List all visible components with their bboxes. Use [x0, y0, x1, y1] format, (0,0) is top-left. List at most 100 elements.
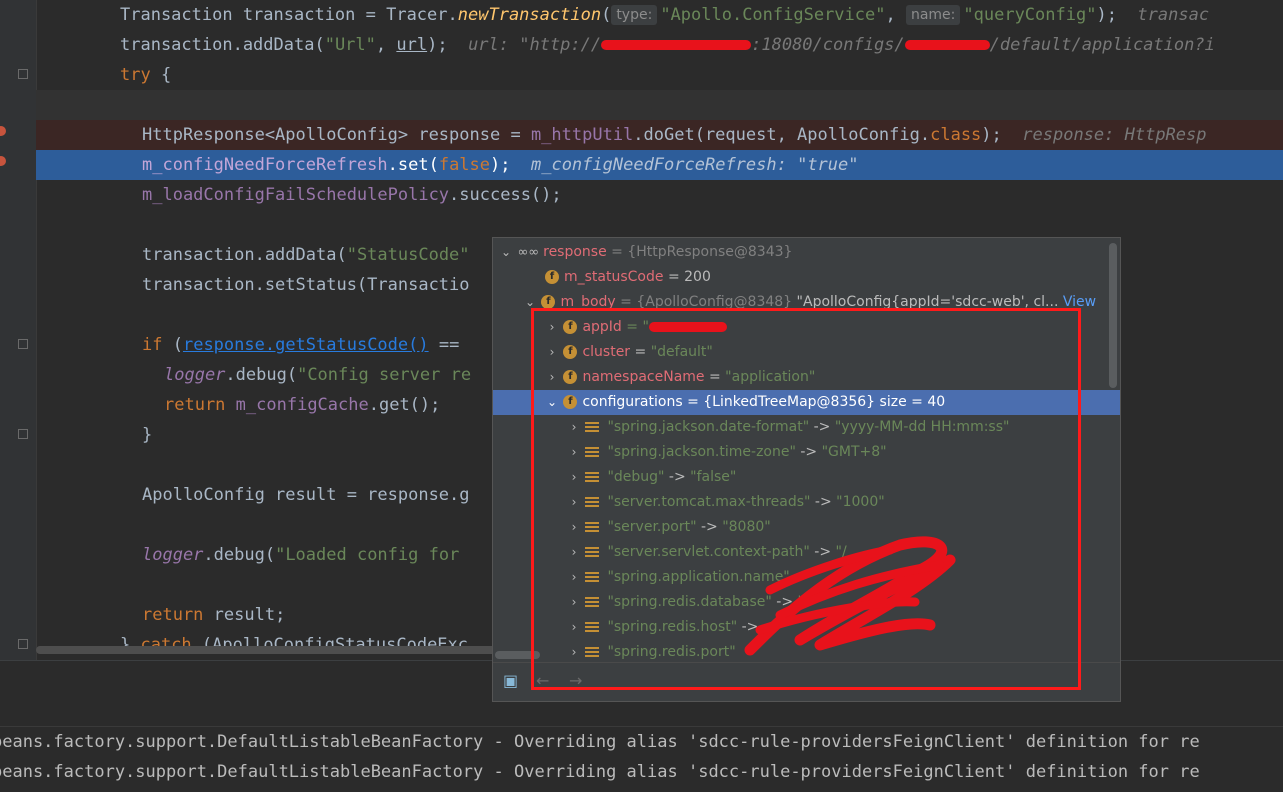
map-arrow: ->: [809, 544, 836, 560]
fold-icon[interactable]: [18, 639, 28, 649]
map-entry-row[interactable]: › "spring.redis.database" -> ": [493, 590, 1120, 615]
variable-value: = {ApolloConfig@8348}: [620, 294, 793, 310]
variable-value: "default": [650, 344, 713, 360]
popup-vertical-scrollbar[interactable]: [1109, 243, 1117, 388]
map-key: "server.servlet.context-path": [607, 544, 810, 560]
map-entry-row[interactable]: › "spring.jackson.date-format" -> "yyyy-…: [493, 415, 1120, 440]
code-string: "queryConfig": [963, 5, 1097, 25]
map-arrow: ->: [810, 494, 837, 510]
code-line: m_loadConfigFailSchedulePolicy.success()…: [36, 180, 1283, 210]
tree-node-body[interactable]: ⌄ f m_body = {ApolloConfig@8348} "ApolloC…: [493, 290, 1120, 315]
code-text: }: [142, 425, 153, 445]
tree-node-response[interactable]: ⌄ ∞∞ response = {HttpResponse@8343}: [493, 240, 1120, 265]
code-line: [36, 90, 1283, 120]
chevron-right-icon[interactable]: ›: [567, 440, 581, 465]
console-line: beans.factory.support.DefaultListableBea…: [0, 762, 1200, 782]
map-entry-row[interactable]: › "server.tomcat.max-threads" -> "1000": [493, 490, 1120, 515]
inline-debug-value: response: HttpResp: [1022, 125, 1207, 145]
field-icon: f: [563, 370, 578, 384]
view-link[interactable]: View: [1063, 294, 1096, 310]
chevron-right-icon[interactable]: ›: [567, 515, 581, 540]
code-line-current: m_configNeedForceRefresh.set(false); m_c…: [36, 150, 1283, 180]
redaction-mark: [601, 40, 752, 50]
editor-gutter[interactable]: [0, 0, 37, 660]
map-key: "spring.redis.port": [607, 644, 736, 660]
forward-arrow-icon[interactable]: →: [569, 671, 582, 690]
glasses-icon: ∞∞: [517, 245, 540, 260]
breakpoint-icon[interactable]: [0, 156, 6, 166]
breakpoint-icon[interactable]: [0, 126, 6, 136]
code-field: m_configCache: [235, 395, 369, 415]
chevron-right-icon[interactable]: ›: [567, 490, 581, 515]
code-keyword: class: [930, 125, 982, 145]
chevron-right-icon[interactable]: ›: [545, 315, 559, 340]
map-entry-row[interactable]: › "spring.application.name" ->: [493, 565, 1120, 590]
field-icon: f: [541, 295, 556, 309]
chevron-right-icon[interactable]: ›: [567, 615, 581, 640]
chevron-down-icon[interactable]: ⌄: [545, 390, 559, 415]
field-icon: f: [545, 270, 559, 284]
fold-icon[interactable]: [18, 429, 28, 439]
chevron-right-icon[interactable]: ›: [545, 365, 559, 390]
param-hint-chip: type:: [611, 5, 658, 25]
run-console[interactable]: beans.factory.support.DefaultListableBea…: [0, 726, 1283, 792]
chevron-right-icon[interactable]: ›: [567, 465, 581, 490]
code-line: transaction.addData("Url", url); url: "h…: [36, 30, 1283, 60]
code-text: (: [601, 5, 612, 25]
chevron-right-icon[interactable]: ›: [567, 565, 581, 590]
list-entry-icon: [585, 471, 600, 483]
chevron-down-icon[interactable]: ⌄: [523, 290, 537, 315]
chevron-right-icon[interactable]: ›: [545, 340, 559, 365]
popup-toolbar-icon[interactable]: ▣: [503, 671, 518, 690]
tree-node-cluster[interactable]: › f cluster = "default": [493, 340, 1120, 365]
code-line: try {: [36, 60, 1283, 90]
map-entry-row[interactable]: › "spring.jackson.time-zone" -> "GMT+8": [493, 440, 1120, 465]
chevron-right-icon[interactable]: ›: [567, 540, 581, 565]
inline-debug-value: m_configNeedForceRefresh: "true": [530, 155, 859, 175]
code-text: ApolloConfig result = response.g: [142, 485, 470, 505]
code-variable[interactable]: url: [396, 35, 427, 55]
back-arrow-icon[interactable]: ←: [536, 671, 549, 690]
map-entry-row[interactable]: › "spring.redis.host" ->: [493, 615, 1120, 640]
debug-value-popup[interactable]: ⌄ ∞∞ response = {HttpResponse@8343} f m_st…: [492, 237, 1121, 702]
chevron-down-icon[interactable]: ⌄: [499, 240, 513, 265]
code-field: m_loadConfigFailSchedulePolicy: [142, 185, 450, 205]
fold-icon[interactable]: [18, 69, 28, 79]
tree-node-configurations[interactable]: ⌄ f configurations = {LinkedTreeMap@8356}…: [493, 390, 1120, 415]
map-key: "server.port": [607, 519, 697, 535]
variable-name: m_body: [560, 294, 616, 310]
chevron-right-icon[interactable]: ›: [567, 590, 581, 615]
fold-icon[interactable]: [18, 339, 28, 349]
tree-node-namespace[interactable]: › f namespaceName = "application": [493, 365, 1120, 390]
collection-size: size = 40: [879, 394, 946, 410]
popup-horizontal-scrollbar[interactable]: [495, 651, 540, 659]
variable-value: = 200: [667, 269, 711, 285]
variable-value: "application": [725, 369, 816, 385]
map-entry-row[interactable]: › "debug" -> "false": [493, 465, 1120, 490]
code-keyword: false: [438, 155, 491, 175]
tree-node-status-code[interactable]: f m_statusCode = 200: [493, 265, 1120, 290]
variable-value: = ": [626, 319, 649, 335]
list-entry-icon: [585, 646, 600, 658]
map-key: "spring.redis.host": [607, 619, 738, 635]
map-key: "debug": [607, 469, 665, 485]
tree-node-appid[interactable]: › f appId = ": [493, 315, 1120, 340]
map-entry-row[interactable]: › "server.port" -> "8080": [493, 515, 1120, 540]
inline-debug-value: transac: [1137, 5, 1210, 25]
map-entry-row[interactable]: › "server.servlet.context-path" -> "/: [493, 540, 1120, 565]
code-method-link[interactable]: response.getStatusCode(): [183, 335, 429, 355]
variable-name: appId: [582, 319, 622, 335]
code-text: ==: [428, 335, 460, 355]
editor-horizontal-scrollbar[interactable]: [36, 646, 496, 654]
chevron-right-icon[interactable]: ›: [567, 415, 581, 440]
redaction-mark: [904, 40, 990, 50]
map-key: "spring.jackson.date-format": [607, 419, 810, 435]
list-entry-icon: [585, 596, 600, 608]
param-hint-chip: name:: [905, 5, 961, 25]
list-entry-icon: [585, 446, 600, 458]
inline-debug-value: url: "http://: [468, 35, 602, 55]
map-key: "spring.redis.database": [607, 594, 772, 610]
list-entry-icon: [585, 521, 600, 533]
variable-value: = {LinkedTreeMap@8356}: [687, 394, 876, 410]
code-field: m_httpUtil: [530, 125, 634, 145]
